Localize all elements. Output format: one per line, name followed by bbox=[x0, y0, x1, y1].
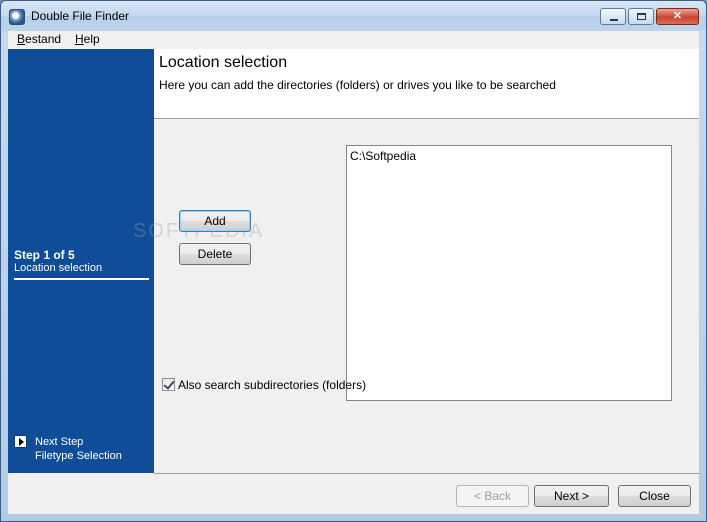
window-controls: ✕ bbox=[600, 8, 699, 25]
subdirs-checkbox[interactable] bbox=[162, 378, 175, 391]
window-title: Double File Finder bbox=[31, 9, 130, 23]
current-step-name: Location selection bbox=[14, 262, 103, 274]
minimize-icon bbox=[610, 19, 618, 21]
maximize-icon bbox=[637, 13, 646, 20]
delete-button-label: Delete bbox=[197, 247, 233, 261]
close-button[interactable]: Close bbox=[618, 485, 691, 507]
app-icon bbox=[9, 9, 25, 25]
close-button-label: Close bbox=[639, 489, 670, 503]
menu-help[interactable]: Help bbox=[75, 32, 100, 46]
page-description: Here you can add the directories (folder… bbox=[159, 78, 556, 92]
title-bar[interactable]: Double File Finder ✕ bbox=[1, 1, 706, 31]
add-button-label: Add bbox=[204, 214, 226, 228]
back-button[interactable]: < Back bbox=[456, 485, 529, 507]
maximize-button[interactable] bbox=[628, 8, 654, 25]
next-step-name: Filetype Selection bbox=[35, 450, 122, 462]
footer: < Back Next > Close bbox=[8, 474, 699, 514]
location-list[interactable]: C:\Softpedia bbox=[346, 145, 672, 401]
step-counter: Step 1 of 5 bbox=[14, 248, 75, 262]
delete-button[interactable]: Delete bbox=[179, 243, 251, 265]
app-window: Double File Finder ✕ Bestand Help Step 1… bbox=[0, 0, 707, 522]
back-button-label: < Back bbox=[473, 489, 512, 503]
close-window-button[interactable]: ✕ bbox=[656, 8, 699, 25]
step-divider bbox=[14, 278, 149, 280]
menu-bestand[interactable]: Bestand bbox=[17, 32, 61, 46]
menu-bar: Bestand Help bbox=[8, 31, 699, 49]
page-header: Location selection Here you can add the … bbox=[154, 49, 699, 119]
close-icon: ✕ bbox=[672, 10, 683, 22]
next-button[interactable]: Next > bbox=[534, 485, 609, 507]
list-item[interactable]: C:\Softpedia bbox=[350, 149, 416, 163]
wizard-sidebar: Step 1 of 5 Location selection Next Step… bbox=[8, 49, 154, 473]
next-step-label: Next Step bbox=[35, 436, 84, 448]
minimize-button[interactable] bbox=[600, 8, 626, 25]
add-button[interactable]: Add bbox=[179, 210, 251, 232]
next-step-arrow-icon bbox=[14, 435, 27, 448]
client-area: Bestand Help Step 1 of 5 Location select… bbox=[8, 31, 699, 514]
page-title: Location selection bbox=[159, 54, 288, 71]
next-button-label: Next > bbox=[553, 489, 589, 503]
subdirs-label[interactable]: Also search subdirectories (folders) bbox=[178, 378, 366, 392]
